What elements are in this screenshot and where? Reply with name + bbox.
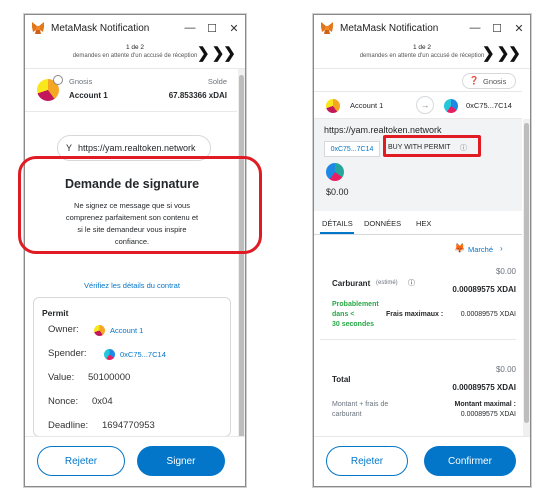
- from-account: Account 1: [350, 101, 384, 110]
- sender-recipient: Account 1 → 0xC75...7C14: [314, 91, 522, 119]
- minimize-icon[interactable]: —: [179, 22, 201, 34]
- tab-details[interactable]: DÉTAILS: [322, 219, 353, 228]
- total-label: Total: [332, 375, 351, 384]
- tab-bar: DÉTAILS DONNÉES HEX: [314, 211, 522, 235]
- market-fox-icon: 🦊: [454, 243, 466, 253]
- reject-button[interactable]: Rejeter: [37, 446, 125, 476]
- tab-data[interactable]: DONNÉES: [364, 219, 401, 228]
- request-queue: 1 de 2 demandes en attente d'un accusé d…: [25, 41, 245, 69]
- signature-desc-line2: comprenez parfaitement son contenu et: [65, 213, 199, 222]
- nonce-value: 0x04: [92, 396, 113, 407]
- likely-line2: dans <: [332, 311, 355, 318]
- title-bar: MetaMask Notification — ☐ ✕: [314, 15, 530, 41]
- network-name: Gnosis: [69, 77, 93, 86]
- maximize-icon[interactable]: ☐: [201, 22, 223, 35]
- spender-label: Spender:: [48, 348, 87, 359]
- account-balance: 67.853366 xDAI: [168, 91, 227, 100]
- fee-usd: $0.00: [495, 267, 516, 276]
- network-icon: ❓: [469, 76, 479, 85]
- metamask-fox-icon: [321, 22, 333, 34]
- request-queue: 1 de 2 demandes en attente d'un accusé d…: [314, 41, 530, 69]
- maximize-icon[interactable]: ☐: [486, 22, 508, 35]
- divider: [25, 111, 237, 112]
- close-icon[interactable]: ✕: [508, 22, 530, 35]
- signature-desc-line1: Ne signez ce message que si vous: [74, 201, 190, 210]
- permit-title: Permit: [42, 308, 69, 318]
- origin-url: https://yam.realtoken.network: [324, 125, 442, 135]
- max-fee-label: Frais maximaux :: [386, 311, 444, 318]
- origin-url: https://yam.realtoken.network: [78, 143, 196, 153]
- tab-active-indicator: [320, 232, 354, 234]
- transaction-window: MetaMask Notification — ☐ ✕ 1 de 2 deman…: [313, 14, 531, 487]
- minimize-icon[interactable]: —: [464, 22, 486, 34]
- network-name: Gnosis: [483, 77, 507, 86]
- owner-value[interactable]: Account 1: [110, 326, 143, 335]
- max-fee-value: 0.00089575 XDAI: [460, 311, 516, 318]
- confirm-button[interactable]: Confirmer: [424, 446, 516, 476]
- fee-estimated: (estimé): [376, 280, 398, 286]
- fee-info-icon[interactable]: ⓘ: [408, 278, 415, 288]
- method-name: BUY WITH PERMIT: [388, 144, 451, 151]
- deadline-label: Deadline:: [48, 420, 89, 431]
- owner-avatar: [94, 325, 105, 336]
- total-xdai: 0.00089575 XDAI: [452, 383, 516, 392]
- to-address[interactable]: 0xC75...7C14: [466, 101, 512, 110]
- scrollbar[interactable]: [238, 69, 245, 475]
- next-request-icon[interactable]: ❯ ❯❯: [482, 44, 521, 62]
- window-title: MetaMask Notification: [340, 22, 439, 34]
- nonce-label: Nonce:: [48, 396, 79, 407]
- network-badge-icon: [53, 75, 63, 85]
- action-footer: Rejeter Signer: [25, 436, 245, 486]
- contract-address-chip[interactable]: 0xC75...7C14: [324, 141, 380, 157]
- from-avatar: [326, 99, 340, 113]
- max-amount-value: 0.00089575 XDAI: [460, 411, 516, 418]
- fee-xdai: 0.00089575 XDAI: [452, 285, 516, 294]
- likely-line1: Probablement: [332, 301, 379, 308]
- fee-label: Carburant: [332, 279, 371, 288]
- action-footer: Rejeter Confirmer: [314, 436, 530, 486]
- likely-line3: 30 secondes: [332, 321, 375, 328]
- scrollbar-thumb[interactable]: [239, 75, 244, 475]
- total-usd: $0.00: [495, 365, 516, 374]
- signature-desc-line3: si le site demandeur vous inspire: [77, 225, 187, 234]
- metamask-fox-icon: [32, 22, 44, 34]
- amount-fee-line2: carburant: [332, 411, 362, 418]
- signature-title: Demande de signature: [64, 177, 200, 191]
- max-amount-label: Montant maximal :: [454, 401, 516, 408]
- tab-hex[interactable]: HEX: [416, 219, 431, 228]
- spender-avatar: [104, 349, 115, 360]
- owner-label: Owner:: [48, 324, 79, 335]
- chevron-right-icon[interactable]: ›: [500, 244, 503, 253]
- spender-value[interactable]: 0xC75...7C14: [120, 350, 166, 359]
- info-icon[interactable]: ⓘ: [460, 143, 467, 153]
- origin-pill: Y https://yam.realtoken.network: [57, 135, 211, 161]
- title-bar: MetaMask Notification — ☐ ✕: [25, 15, 245, 41]
- window-title: MetaMask Notification: [51, 22, 150, 34]
- amount-value: $0.00: [326, 187, 349, 197]
- balance-label: Solde: [207, 77, 227, 86]
- signature-desc-line4: confiance.: [114, 237, 150, 246]
- next-request-icon[interactable]: ❯ ❯❯: [197, 44, 236, 62]
- reject-button[interactable]: Rejeter: [326, 446, 408, 476]
- verify-contract-link[interactable]: Vérifiez les détails du contrat: [25, 281, 239, 290]
- divider: [320, 339, 516, 340]
- market-link[interactable]: Marché: [468, 245, 493, 254]
- to-avatar: [444, 99, 458, 113]
- token-icon: [326, 163, 344, 181]
- scrollbar-thumb[interactable]: [524, 123, 529, 423]
- origin-initial-icon: Y: [66, 143, 73, 153]
- value-value: 50100000: [88, 372, 131, 383]
- transaction-summary: https://yam.realtoken.network 0xC75...7C…: [314, 119, 522, 211]
- signature-window: MetaMask Notification — ☐ ✕ 1 de 2 deman…: [24, 14, 246, 487]
- sign-button[interactable]: Signer: [137, 446, 225, 476]
- permit-details: Permit Owner: Account 1 Spender: 0xC75..…: [33, 297, 231, 437]
- network-pill[interactable]: ❓ Gnosis: [462, 73, 516, 89]
- account-name: Account 1: [69, 91, 108, 100]
- arrow-right-icon: →: [416, 96, 434, 114]
- amount-fee-line1: Montant + frais de: [332, 401, 389, 408]
- value-label: Value:: [48, 372, 75, 383]
- scrollbar[interactable]: [523, 119, 530, 436]
- deadline-value: 1694770953: [102, 420, 155, 431]
- close-icon[interactable]: ✕: [223, 22, 245, 35]
